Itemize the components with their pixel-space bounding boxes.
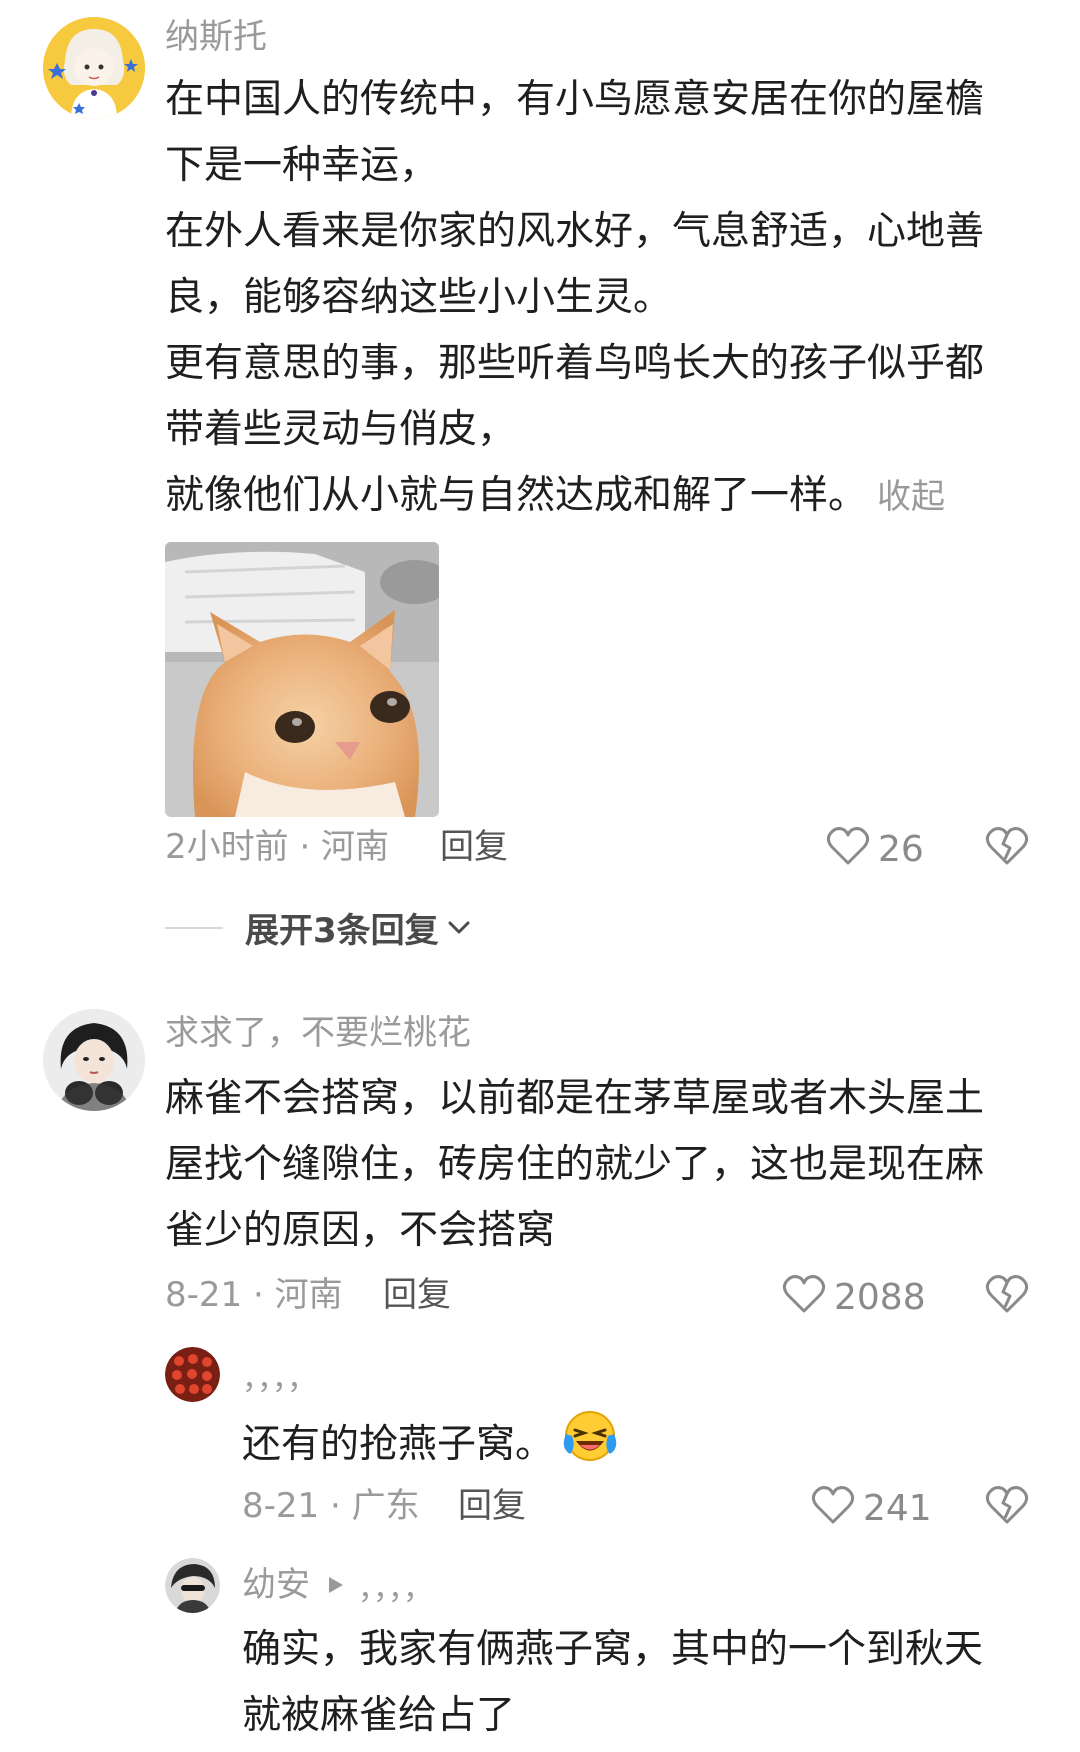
like-count: 2088 [834,1276,926,1318]
avatar[interactable] [165,1558,220,1613]
like-button[interactable]: 2088 [782,1274,926,1321]
comment-line: 屋找个缝隙住，砖房住的就少了，这也是现在麻 [165,1142,985,1187]
like-count: 241 [863,1487,932,1529]
reply-username[interactable]: 幼安 [242,1568,310,1602]
comment-line: 良，能够容纳这些小小生灵。 [165,275,673,320]
avatar[interactable] [43,1009,145,1111]
dislike-button[interactable] [985,1485,1029,1529]
comment-line: 麻雀不会搭窝，以前都是在茅草屋或者木头屋土 [165,1076,985,1121]
comment-text: 在中国人的传统中，有小鸟愿意安居在你的屋檐 下是一种幸运， 在外人看来是你家的风… [165,67,984,530]
comment-line: 雀少的原因，不会搭窝 [165,1208,556,1253]
username[interactable]: 求求了，不要烂桃花 [165,1016,471,1050]
laughing-crying-emoji [562,1408,618,1485]
heart-outline-icon [826,826,870,873]
expand-replies-button[interactable]: 展开3条回复 [165,903,471,952]
comment-meta: 2小时前 · 河南 [165,827,390,867]
username[interactable]: 纳斯托 [165,20,267,54]
divider [165,926,223,929]
reply-username[interactable]: ，，，， [242,1365,317,1395]
reply-to-username[interactable]: ，，，， [358,1575,433,1605]
dislike-button[interactable] [985,826,1029,870]
like-count: 26 [878,828,924,870]
heart-outline-icon [811,1485,855,1532]
reply-text: 确实，我家有俩燕子窝，其中的一个到秋天 就被麻雀给占了 [242,1617,983,1749]
comment-text: 麻雀不会搭窝，以前都是在茅草屋或者木头屋土 屋找个缝隙住，砖房住的就少了，这也是… [165,1066,984,1264]
comment-line: 下是一种幸运， [165,143,439,188]
collapse-link[interactable]: 收起 [877,477,945,517]
broken-heart-icon [985,1275,1029,1318]
reply-button[interactable]: 回复 [440,830,508,864]
expand-replies-label: 展开3条回复 [245,911,439,951]
heart-outline-icon [782,1274,826,1321]
comment-line: 就像他们从小就与自然达成和解了一样。 [165,473,868,518]
comment-line: 在中国人的传统中，有小鸟愿意安居在你的屋檐 [165,77,985,122]
like-button[interactable]: 241 [811,1485,932,1532]
like-button[interactable]: 26 [826,826,924,873]
broken-heart-icon [985,1486,1029,1529]
reply-line: 确实，我家有俩燕子窝，其中的一个到秋天 [242,1627,984,1672]
avatar[interactable] [43,17,145,119]
comment-line: 更有意思的事，那些听着鸟鸣长大的孩子似乎都 [165,341,985,386]
reply-line: 就被麻雀给占了 [242,1693,516,1738]
reply-line: 还有的抢燕子窝。 [242,1422,555,1467]
reply-button[interactable]: 回复 [458,1489,526,1523]
avatar[interactable] [165,1347,220,1402]
comment-line: 带着些灵动与俏皮， [165,407,517,452]
comment-meta: 8-21 · 河南 [165,1275,343,1315]
dislike-button[interactable] [985,1274,1029,1318]
reply-meta: 8-21 · 广东 [242,1486,420,1526]
comment-line: 在外人看来是你家的风水好，气息舒适，心地善 [165,209,985,254]
chevron-down-icon [447,920,471,936]
reply-text: 还有的抢燕子窝。 [242,1408,618,1485]
broken-heart-icon [985,827,1029,870]
comment-image[interactable] [165,542,439,817]
play-triangle-icon [327,1575,345,1599]
reply-button[interactable]: 回复 [383,1278,451,1312]
